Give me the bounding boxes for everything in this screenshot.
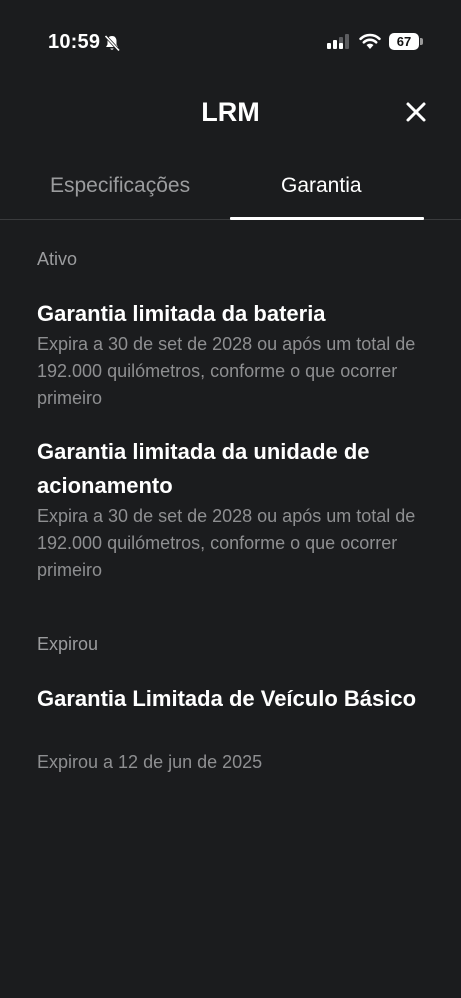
warranty-item-title: Garantia Limitada de Veículo Básico — [37, 686, 417, 711]
section-label-active: Ativo — [37, 249, 78, 269]
tab-warranty[interactable]: Garantia — [281, 174, 362, 198]
status-time: 10:59 — [48, 31, 101, 53]
battery-icon: 67 — [389, 33, 423, 50]
wifi-icon — [359, 33, 381, 49]
close-icon[interactable] — [402, 98, 430, 126]
warranty-item-title: Garantia limitada da unidade de acioname… — [37, 439, 370, 498]
bell-slash-icon — [104, 34, 121, 52]
cellular-signal-icon — [327, 34, 349, 49]
warranty-screen: 10:59 67 LRM Especificações Garantia Ati… — [0, 0, 461, 998]
warranty-item-description: Expira a 30 de set de 2028 ou após um to… — [37, 506, 416, 580]
active-tab-indicator — [230, 217, 424, 220]
section-label-expired: Expirou — [37, 634, 99, 654]
tab-specifications[interactable]: Especificações — [50, 174, 190, 198]
battery-tip — [420, 38, 423, 45]
warranty-item-title: Garantia limitada da bateria — [37, 301, 326, 326]
battery-level: 67 — [396, 34, 412, 49]
page-title: LRM — [201, 97, 260, 127]
tab-bar: Especificações Garantia — [0, 160, 461, 220]
status-bar: 10:59 67 — [0, 0, 461, 80]
warranty-item-description: Expirou a 12 de jun de 2025 — [37, 752, 263, 772]
warranty-item-description: Expira a 30 de set de 2028 ou após um to… — [37, 334, 416, 408]
